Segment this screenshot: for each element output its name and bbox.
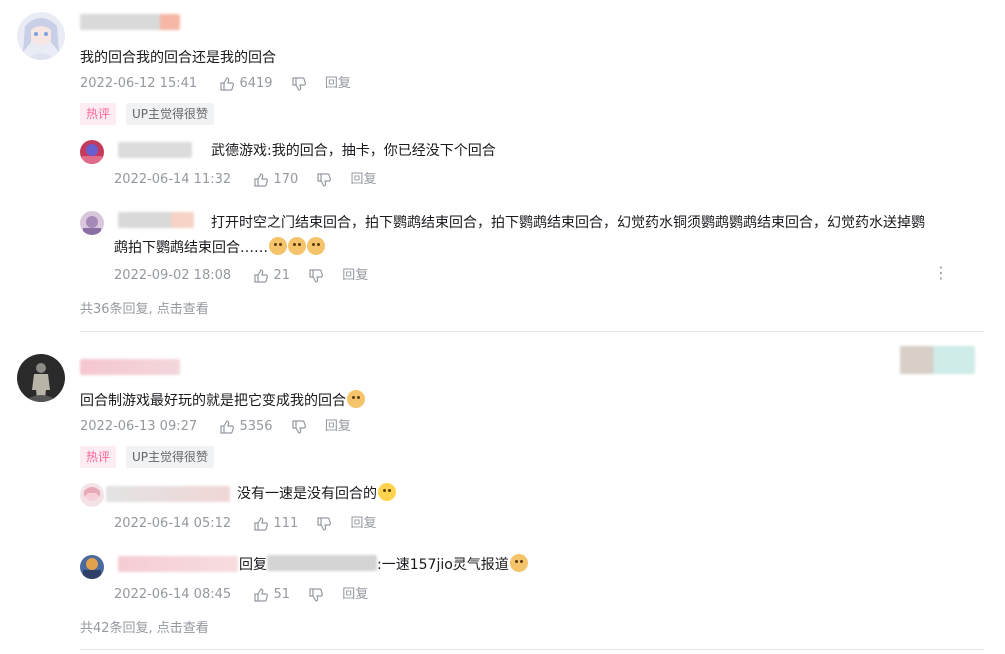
avatar[interactable] <box>17 12 65 60</box>
like-button[interactable]: 6419 <box>219 75 273 93</box>
hot-comment-tag: 热评 <box>80 103 117 125</box>
like-count: 6419 <box>239 76 273 91</box>
reply-text-line1: 打开时空之门结束回合，拍下鹦鹉结束回合，拍下鹦鹉结束回合，幻觉药水铜须鹦鹉鹦鹉结… <box>211 215 925 231</box>
cat-face-emoji-icon <box>347 390 365 408</box>
cat-face-emoji-icon <box>288 237 306 255</box>
thumbs-up-icon <box>220 419 235 434</box>
reply-prefix: 回复 <box>239 557 267 573</box>
more-dots-icon[interactable]: ⋮ <box>933 265 949 281</box>
thumbs-down-icon <box>292 76 306 91</box>
username[interactable] <box>80 14 180 30</box>
dislike-button[interactable] <box>291 75 307 93</box>
reply-username[interactable] <box>118 556 238 572</box>
divider <box>80 331 984 332</box>
thumbs-up-icon <box>254 516 269 531</box>
reply-button[interactable]: 回复 <box>342 586 368 604</box>
reply-username[interactable] <box>106 486 230 502</box>
thumbs-down-icon <box>309 268 324 283</box>
dislike-button[interactable] <box>316 171 332 189</box>
reply-text: 没有一速是没有回合的 <box>237 482 396 506</box>
hot-comment-tag: 热评 <box>80 446 117 468</box>
reply-time: 2022-06-14 11:32 <box>114 172 232 187</box>
dislike-button[interactable] <box>291 418 307 436</box>
view-more-replies-link[interactable]: 共42条回复, 点击查看 <box>80 617 209 636</box>
comment-text-content: 回合制游戏最好玩的就是把它变成我的回合 <box>80 393 346 409</box>
up-liked-tag: UP主觉得很赞 <box>126 103 215 125</box>
reply-time: 2022-06-14 05:12 <box>114 516 232 531</box>
reply-avatar[interactable] <box>80 483 104 507</box>
dislike-button[interactable] <box>308 267 324 285</box>
reply-text-line2: 鹉拍下鹦鹉结束回合…… <box>114 236 325 260</box>
comment-time: 2022-06-12 15:41 <box>80 76 198 91</box>
reply-text: 武德游戏:我的回合，抽卡，你已经没下个回合 <box>211 143 496 159</box>
thumbs-down-icon <box>292 419 306 434</box>
like-count: 5356 <box>239 419 273 434</box>
like-count: 111 <box>273 516 299 531</box>
reply-button[interactable]: 回复 <box>351 515 377 533</box>
thumbs-down-icon <box>317 172 332 187</box>
reply-button[interactable]: 回复 <box>351 171 377 189</box>
comment-text: 回合制游戏最好玩的就是把它变成我的回合 <box>80 389 365 413</box>
reply-avatar[interactable] <box>80 555 104 579</box>
user-badge <box>900 346 975 374</box>
reply-text-line2-content: 鹉拍下鹦鹉结束回合…… <box>114 240 268 256</box>
reply-meta: 2022-09-02 18:08 21 回复 <box>114 267 368 286</box>
reply-meta: 2022-06-14 08:45 51 回复 <box>114 586 368 605</box>
thumbs-down-icon <box>317 516 332 531</box>
reply-button[interactable]: 回复 <box>325 418 351 436</box>
thumbs-up-icon <box>254 268 269 283</box>
reply-time: 2022-09-02 18:08 <box>114 268 232 283</box>
reply-time: 2022-06-14 08:45 <box>114 587 232 602</box>
cat-face-emoji-icon <box>269 237 287 255</box>
comment-meta: 2022-06-13 09:27 5356 回复 <box>80 418 351 437</box>
reply-username[interactable] <box>118 142 192 158</box>
thumbs-up-icon <box>254 587 269 602</box>
mentioned-username[interactable] <box>267 555 377 571</box>
reply-button[interactable]: 回复 <box>325 75 351 93</box>
thumbs-down-icon <box>309 587 324 602</box>
up-liked-tag: UP主觉得很赞 <box>126 446 215 468</box>
like-button[interactable]: 21 <box>253 267 290 285</box>
view-more-replies-link[interactable]: 共36条回复, 点击查看 <box>80 298 209 317</box>
reply-avatar[interactable] <box>80 211 104 235</box>
cat-face-emoji-icon <box>509 554 528 572</box>
thumbs-up-icon <box>220 76 235 91</box>
comment-section: 我的回合我的回合还是我的回合 2022-06-12 15:41 6419 回复 … <box>0 0 1005 654</box>
like-button[interactable]: 5356 <box>219 418 273 436</box>
avatar[interactable] <box>17 354 65 402</box>
comment-text: 我的回合我的回合还是我的回合 <box>80 50 276 66</box>
reply-meta: 2022-06-14 05:12 111 回复 <box>114 515 377 534</box>
like-button[interactable]: 170 <box>253 171 298 189</box>
username[interactable] <box>80 359 180 375</box>
dislike-button[interactable] <box>316 515 332 533</box>
like-count: 21 <box>273 268 290 283</box>
reply-text-content: 没有一速是没有回合的 <box>237 486 377 502</box>
comment-time: 2022-06-13 09:27 <box>80 419 198 434</box>
like-count: 51 <box>273 587 290 602</box>
cat-face-emoji-icon <box>307 237 325 255</box>
reply-text-content: :一速157jio灵气报道 <box>377 557 509 573</box>
reply-meta: 2022-06-14 11:32 170 回复 <box>114 171 377 190</box>
dislike-button[interactable] <box>308 586 324 604</box>
like-button[interactable]: 51 <box>253 586 290 604</box>
smile-emoji-icon <box>378 483 396 501</box>
divider <box>80 649 984 650</box>
reply-button[interactable]: 回复 <box>342 267 368 285</box>
reply-text: 回复 :一速157jio灵气报道 <box>239 553 528 577</box>
comment-meta: 2022-06-12 15:41 6419 回复 <box>80 75 351 94</box>
like-button[interactable]: 111 <box>253 515 298 533</box>
thumbs-up-icon <box>254 172 269 187</box>
reply-avatar[interactable] <box>80 140 104 164</box>
reply-username[interactable] <box>118 212 194 228</box>
like-count: 170 <box>273 172 299 187</box>
